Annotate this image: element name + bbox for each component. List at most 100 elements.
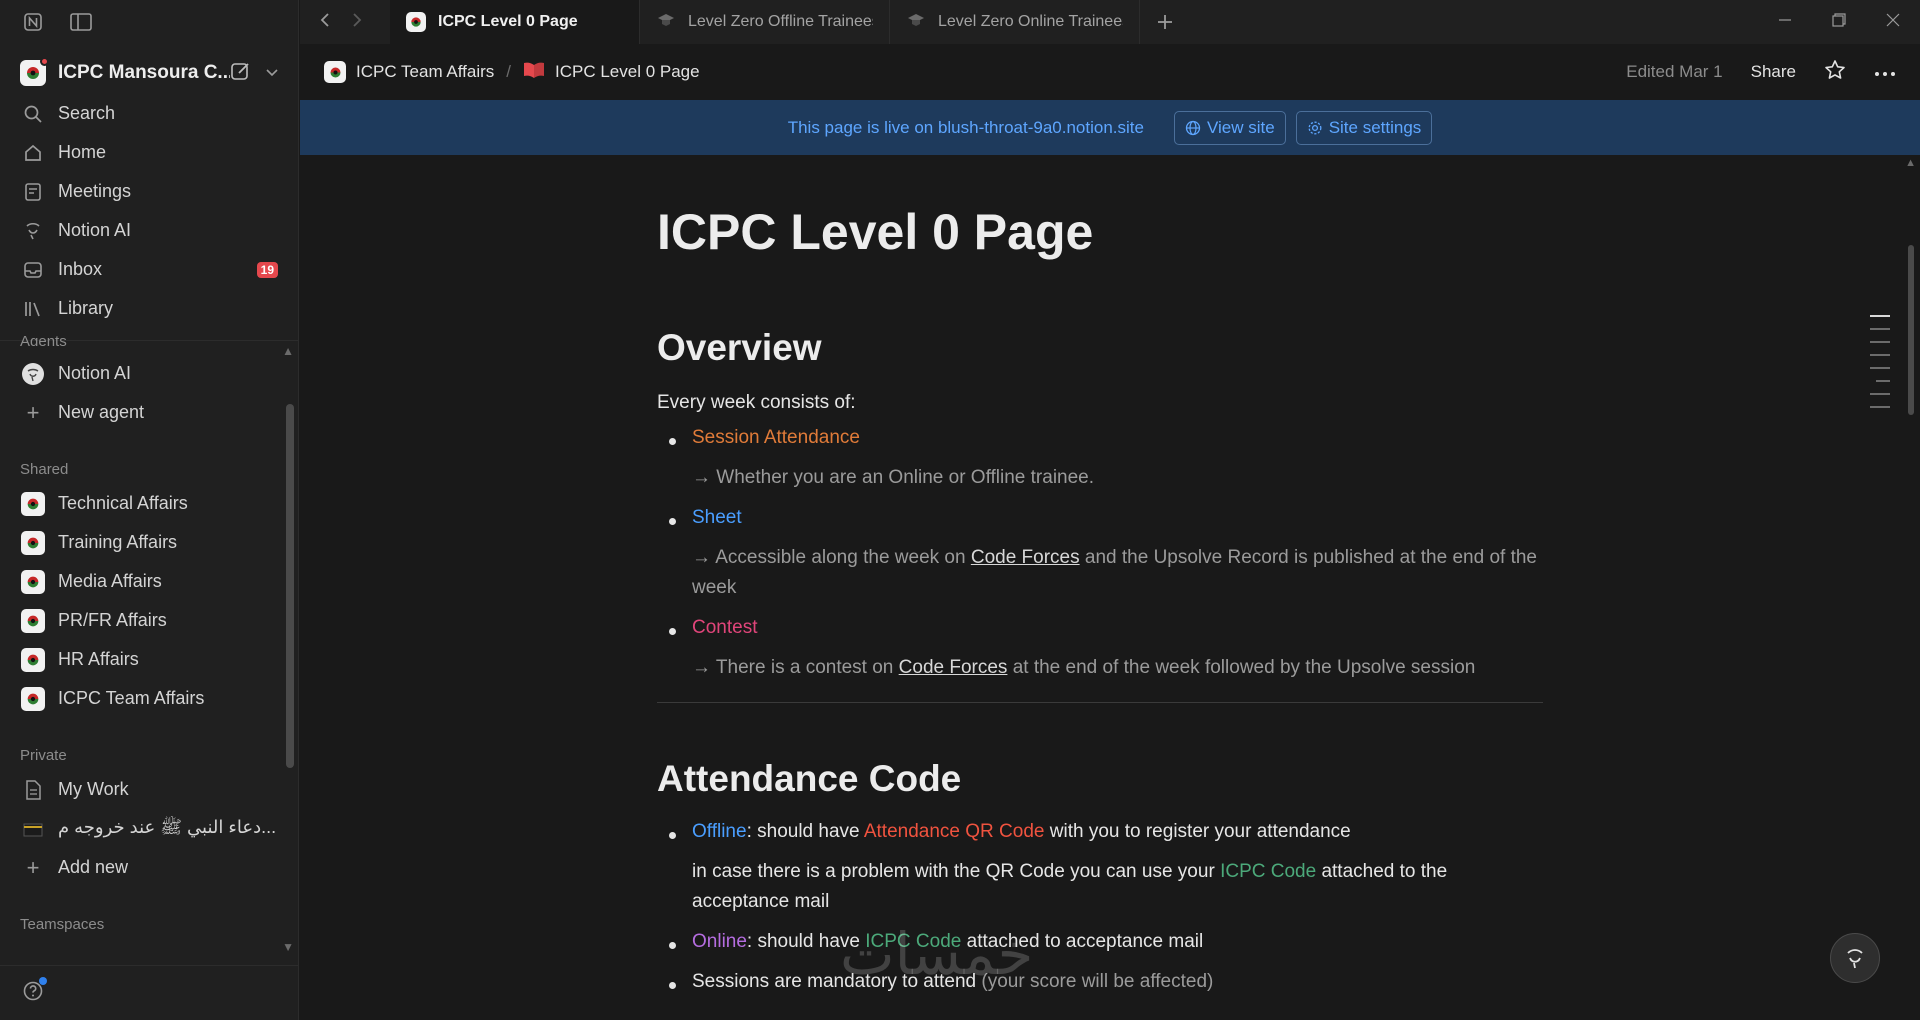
divider: [657, 702, 1543, 703]
breadcrumb-item-parent[interactable]: ICPC Team Affairs: [356, 62, 494, 82]
help-icon[interactable]: [22, 976, 47, 1007]
text: with you to register your attendance: [1044, 821, 1351, 842]
item-sheet[interactable]: Sheet: [692, 503, 1542, 533]
library-icon: [20, 296, 46, 322]
notion-logo-icon[interactable]: [22, 11, 44, 33]
site-settings-button[interactable]: Site settings: [1295, 110, 1433, 145]
team-logo-icon: [21, 530, 45, 555]
notion-ai-icon: [1847, 949, 1863, 969]
search-icon: [20, 101, 46, 127]
inbox-icon: [20, 257, 46, 283]
back-arrow-icon[interactable]: [320, 12, 330, 33]
team-logo-icon: [21, 608, 45, 633]
toc-line[interactable]: [1870, 354, 1890, 356]
sidebar-item-label: Meetings: [58, 181, 132, 201]
item-offline[interactable]: Offline: should have Attendance QR Code …: [692, 817, 1542, 847]
sidebar-item-meetings[interactable]: Meetings: [0, 172, 298, 211]
tab-label: ICPC Level 0 Page: [438, 13, 578, 30]
toc-line[interactable]: [1876, 380, 1890, 382]
sidebar-item-search[interactable]: Search: [0, 94, 298, 133]
help-notification-dot: [39, 976, 47, 985]
item-sheet-detail[interactable]: → Accessible along the week on Code Forc…: [692, 543, 1542, 603]
team-logo-icon: [21, 647, 45, 672]
sidebar-item-my-work[interactable]: My Work: [0, 770, 299, 809]
notion-ai-button[interactable]: [1830, 933, 1880, 983]
team-logo-icon: [406, 12, 426, 32]
sidebar-item-technical-affairs[interactable]: Technical Affairs: [0, 484, 299, 523]
sidebar-item-media-affairs[interactable]: Media Affairs: [0, 562, 299, 601]
page-title[interactable]: ICPC Level 0 Page: [657, 203, 1093, 261]
item-sessions-mandatory[interactable]: Sessions are mandatory to attend (your s…: [692, 967, 1542, 997]
scroll-up-icon[interactable]: ▲: [1905, 157, 1916, 169]
sidebar-item-inbox[interactable]: Inbox 19: [0, 250, 298, 289]
icpc-code: ICPC Code: [1220, 861, 1317, 882]
team-logo-icon: [21, 686, 45, 711]
item-offline-note[interactable]: in case there is a problem with the QR C…: [692, 857, 1542, 917]
content-scrollbar[interactable]: [1908, 245, 1914, 415]
close-icon[interactable]: [1886, 13, 1900, 32]
view-site-button[interactable]: View site: [1173, 110, 1286, 145]
chevron-down-icon[interactable]: [266, 64, 278, 82]
breadcrumb-item-current[interactable]: ICPC Level 0 Page: [555, 62, 700, 82]
plus-icon: +: [26, 399, 40, 425]
sidebar-item-label: Add new: [58, 857, 129, 877]
sidebar-item-add-new[interactable]: + Add new: [0, 848, 299, 887]
toc-line[interactable]: [1870, 315, 1890, 317]
restore-icon[interactable]: [1832, 12, 1846, 32]
sidebar-item-notion-ai[interactable]: Notion AI: [0, 211, 298, 250]
text: → There is a contest on: [692, 657, 899, 678]
toc-line[interactable]: [1870, 367, 1890, 369]
text: : should have: [746, 821, 864, 842]
notion-ai-avatar-icon: [20, 361, 46, 387]
item-contest-detail[interactable]: → There is a contest on Code Forces at t…: [692, 653, 1542, 683]
item-contest[interactable]: Contest: [692, 613, 1542, 643]
minimize-icon[interactable]: [1778, 13, 1792, 32]
sidebar-item-hr-affairs[interactable]: HR Affairs: [0, 640, 299, 679]
sidebar-item-icpc-team-affairs[interactable]: ICPC Team Affairs: [0, 679, 299, 718]
kaaba-icon: [20, 816, 46, 842]
toggle-sidebar-icon[interactable]: [70, 11, 92, 33]
item-session-attendance[interactable]: Session Attendance: [692, 423, 1542, 453]
sidebar-item-home[interactable]: Home: [0, 133, 298, 172]
new-page-icon[interactable]: [230, 60, 252, 87]
toc-line[interactable]: [1870, 406, 1890, 408]
heading-overview[interactable]: Overview: [657, 327, 822, 369]
sidebar-item-agent-notion-ai[interactable]: Notion AI: [0, 354, 299, 393]
bullet: [669, 982, 676, 989]
heading-attendance-code[interactable]: Attendance Code: [657, 758, 961, 800]
star-icon[interactable]: [1824, 59, 1846, 86]
tab-label: Level Zero Offline Trainees: [688, 13, 873, 30]
sidebar-item-label: Library: [58, 298, 114, 318]
sidebar-item-dua-page[interactable]: دعاء النبي ﷺ عند خروجه م...: [0, 809, 299, 848]
sidebar-item-training-affairs[interactable]: Training Affairs: [0, 523, 299, 562]
sidebar-item-pr-fr-affairs[interactable]: PR/FR Affairs: [0, 601, 299, 640]
bullet: [669, 628, 676, 635]
tab-icpc-level-0-page[interactable]: ICPC Level 0 Page: [390, 0, 640, 44]
share-button[interactable]: Share: [1751, 62, 1796, 82]
sidebar-item-label: Media Affairs: [58, 571, 162, 591]
workspace-switcher[interactable]: ICPC Mansoura C...: [0, 52, 298, 94]
graduation-cap-icon: [656, 10, 676, 35]
sidebar-item-new-agent[interactable]: + New agent: [0, 393, 299, 432]
site-settings-label: Site settings: [1328, 117, 1422, 137]
sidebar-item-library[interactable]: Library: [0, 289, 298, 328]
home-icon: [20, 140, 46, 166]
bullet: [669, 832, 676, 839]
toc-line[interactable]: [1870, 328, 1890, 330]
tab-level-zero-offline[interactable]: Level Zero Offline Trainees: [640, 0, 890, 44]
toc-line[interactable]: [1870, 393, 1890, 395]
attendance-qr-code: Attendance QR Code: [863, 821, 1045, 842]
more-options-icon[interactable]: [1874, 62, 1896, 82]
sidebar-item-label: Notion AI: [58, 220, 132, 240]
sidebar-item-label: My Work: [58, 779, 129, 799]
new-tab-button[interactable]: [1140, 13, 1190, 31]
table-of-contents[interactable]: [1870, 315, 1890, 408]
item-online[interactable]: Online: should have ICPC Code attached t…: [692, 927, 1542, 957]
forward-arrow-icon[interactable]: [352, 12, 362, 33]
codeforces-link[interactable]: Code Forces: [971, 547, 1080, 568]
codeforces-link[interactable]: Code Forces: [899, 657, 1008, 678]
tab-level-zero-online[interactable]: Level Zero Online Trainees: [890, 0, 1140, 44]
overview-intro[interactable]: Every week consists of:: [657, 388, 856, 418]
toc-line[interactable]: [1870, 341, 1890, 343]
item-session-attendance-detail[interactable]: → Whether you are an Online or Offline t…: [692, 463, 1542, 493]
